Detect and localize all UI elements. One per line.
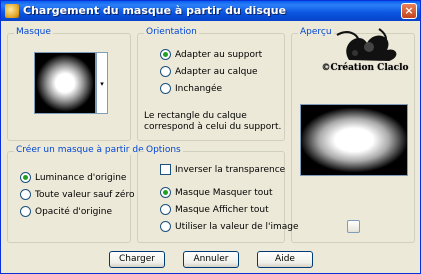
radio-source-luminance[interactable]: Luminance d'origine: [20, 172, 126, 185]
radio-icon: [20, 189, 31, 200]
radio-hide-all[interactable]: Masque Masquer tout: [160, 187, 273, 200]
radio-use-image-value[interactable]: Utiliser la valeur de l'image: [160, 221, 299, 234]
watermark-swirl: [336, 28, 397, 61]
radio-source-opacity[interactable]: Opacité d'origine: [20, 206, 112, 219]
mask-thumbnail[interactable]: [34, 52, 96, 114]
help-button[interactable]: Aide: [257, 251, 313, 268]
radio-selected-icon: [20, 172, 31, 183]
orientation-legend: Orientation: [144, 27, 199, 37]
masque-legend: Masque: [14, 27, 53, 37]
mask-dropdown-button[interactable]: ▾: [96, 52, 108, 114]
radio-icon: [20, 206, 31, 217]
app-icon: [5, 4, 19, 18]
radio-icon: [160, 83, 171, 94]
creer-group: Créer un masque à partir de : Luminance …: [7, 145, 152, 243]
checkbox-icon: [160, 164, 171, 175]
radio-icon: [160, 204, 171, 215]
title-bar[interactable]: Chargement du masque à partir du disque …: [1, 1, 420, 21]
close-button[interactable]: ×: [401, 3, 417, 19]
radio-show-all[interactable]: Masque Afficher tout: [160, 204, 269, 217]
radio-fit-canvas[interactable]: Adapter au support: [160, 49, 262, 62]
radio-selected-icon: [160, 187, 171, 198]
invert-transparency-checkbox[interactable]: Inverser la transparence: [160, 164, 285, 177]
options-group: Options Inverser la transparence Masque …: [137, 145, 299, 243]
dialog-window: Chargement du masque à partir du disque …: [0, 0, 421, 274]
watermark-logo: ©Création Claclo: [319, 25, 409, 89]
preview-image: [300, 104, 408, 176]
creer-legend: Créer un masque à partir de :: [14, 145, 152, 155]
cancel-button[interactable]: Annuler: [183, 251, 239, 268]
radio-icon: [160, 221, 171, 232]
options-legend: Options: [144, 145, 183, 155]
window-title: Chargement du masque à partir du disque: [23, 4, 287, 17]
radio-fit-layer[interactable]: Adapter au calque: [160, 66, 258, 79]
orientation-group: Orientation Adapter au support Adapter a…: [137, 27, 285, 141]
preview-toggle-button[interactable]: [347, 220, 360, 233]
radio-selected-icon: [160, 49, 171, 60]
orientation-note: Le rectangle du calque correspond à celu…: [144, 111, 282, 132]
masque-group: Masque ▾: [7, 27, 131, 141]
chevron-down-icon: ▾: [100, 80, 104, 88]
radio-any-nonzero[interactable]: Toute valeur sauf zéro: [20, 189, 134, 202]
radio-unchanged[interactable]: Inchangée: [160, 83, 222, 96]
watermark-text: ©Création Claclo: [321, 63, 409, 73]
load-button[interactable]: Charger: [109, 251, 165, 268]
radio-icon: [160, 66, 171, 77]
